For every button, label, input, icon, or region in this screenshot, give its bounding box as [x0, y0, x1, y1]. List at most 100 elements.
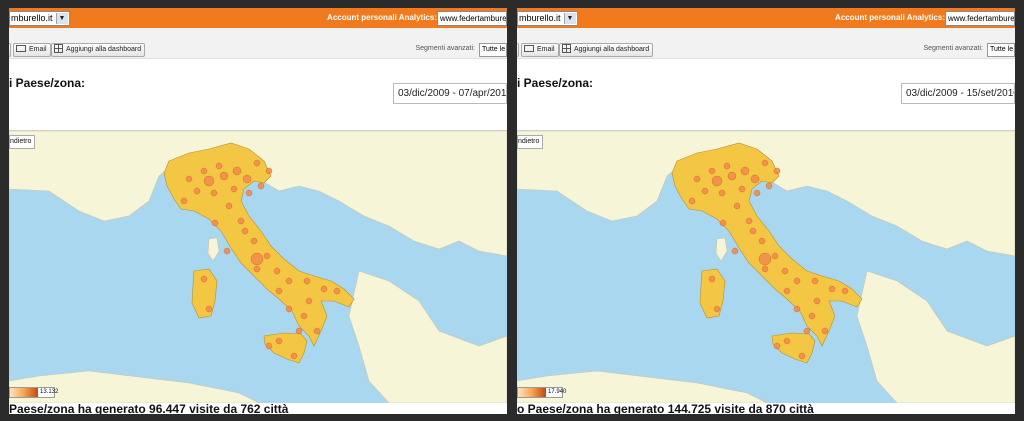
email-button[interactable]: Email: [13, 43, 51, 57]
city-marker[interactable]: [303, 277, 311, 285]
city-marker[interactable]: [750, 174, 760, 184]
city-marker[interactable]: [223, 247, 231, 255]
account-label: Account personali Analytics:: [835, 13, 945, 22]
city-marker[interactable]: [740, 166, 750, 176]
city-marker[interactable]: [203, 175, 215, 187]
city-marker[interactable]: [285, 277, 293, 285]
city-marker[interactable]: [200, 275, 208, 283]
add-to-dashboard-button[interactable]: Aggiungi alla dashboard: [559, 43, 654, 57]
city-marker[interactable]: [210, 189, 218, 197]
city-marker[interactable]: [237, 217, 245, 225]
city-marker[interactable]: [253, 265, 261, 273]
city-marker[interactable]: [205, 305, 213, 313]
city-marker[interactable]: [781, 267, 789, 275]
email-button[interactable]: Email: [521, 43, 559, 57]
city-marker[interactable]: [758, 237, 766, 245]
city-marker[interactable]: [265, 167, 273, 175]
city-marker[interactable]: [783, 287, 791, 295]
city-marker[interactable]: [719, 219, 727, 227]
city-marker[interactable]: [273, 267, 281, 275]
city-marker[interactable]: [765, 182, 773, 190]
city-marker[interactable]: [738, 185, 746, 193]
city-marker[interactable]: [749, 227, 757, 235]
city-marker[interactable]: [300, 312, 308, 320]
city-marker[interactable]: [711, 175, 723, 187]
add-to-dashboard-button[interactable]: Aggiungi alla dashboard: [51, 43, 146, 57]
city-marker[interactable]: [242, 174, 252, 184]
city-marker[interactable]: [803, 327, 811, 335]
city-marker[interactable]: [185, 175, 193, 183]
city-marker[interactable]: [295, 327, 303, 335]
city-marker[interactable]: [813, 297, 821, 305]
city-marker[interactable]: [733, 202, 741, 210]
city-marker[interactable]: [708, 167, 716, 175]
city-marker[interactable]: [783, 337, 791, 345]
city-marker[interactable]: [731, 247, 739, 255]
city-marker[interactable]: [333, 287, 341, 295]
date-range-picker[interactable]: 03/dic/2009 - 07/apr/2010: [393, 83, 507, 104]
segments-select[interactable]: Tutte le visite: [479, 43, 507, 57]
city-marker[interactable]: [313, 327, 321, 335]
city-marker[interactable]: [773, 342, 781, 350]
city-marker[interactable]: [245, 189, 253, 197]
site-select[interactable]: mburello.it ▼: [517, 11, 578, 26]
city-marker[interactable]: [250, 237, 258, 245]
map-overlay[interactable]: ndietro 17.940: [517, 130, 1015, 403]
city-marker[interactable]: [761, 265, 769, 273]
export-button[interactable]: [517, 43, 519, 57]
city-marker[interactable]: [693, 175, 701, 183]
city-marker[interactable]: [828, 285, 836, 293]
city-marker[interactable]: [808, 312, 816, 320]
city-marker[interactable]: [211, 219, 219, 227]
map-overlay[interactable]: ndietro 13.132: [9, 130, 507, 403]
city-marker[interactable]: [773, 167, 781, 175]
city-marker[interactable]: [761, 159, 769, 167]
city-marker[interactable]: [798, 352, 806, 360]
city-marker[interactable]: [290, 352, 298, 360]
city-marker[interactable]: [193, 187, 201, 195]
back-button[interactable]: ndietro: [517, 135, 544, 149]
city-marker[interactable]: [758, 252, 772, 266]
city-marker[interactable]: [708, 275, 716, 283]
city-marker[interactable]: [793, 277, 801, 285]
city-marker[interactable]: [841, 287, 849, 295]
export-button[interactable]: [9, 43, 11, 57]
city-marker[interactable]: [771, 252, 779, 260]
account-select[interactable]: www.federtamburello.it: [437, 11, 507, 26]
city-marker[interactable]: [275, 337, 283, 345]
city-marker[interactable]: [241, 227, 249, 235]
city-marker[interactable]: [811, 277, 819, 285]
account-select[interactable]: www.federtamburello.it: [945, 11, 1015, 26]
city-marker[interactable]: [285, 305, 293, 313]
city-marker[interactable]: [250, 252, 264, 266]
city-marker[interactable]: [275, 287, 283, 295]
city-marker[interactable]: [718, 189, 726, 197]
city-marker[interactable]: [232, 166, 242, 176]
city-marker[interactable]: [225, 202, 233, 210]
city-marker[interactable]: [215, 162, 223, 170]
email-label: Email: [537, 46, 555, 53]
city-marker[interactable]: [713, 305, 721, 313]
city-marker[interactable]: [821, 327, 829, 335]
city-marker[interactable]: [263, 252, 271, 260]
city-marker[interactable]: [219, 171, 229, 181]
city-marker[interactable]: [688, 197, 696, 205]
city-marker[interactable]: [180, 197, 188, 205]
segments-select[interactable]: Tutte le visite: [987, 43, 1015, 57]
back-button[interactable]: ndietro: [9, 135, 36, 149]
city-marker[interactable]: [320, 285, 328, 293]
city-marker[interactable]: [701, 187, 709, 195]
city-marker[interactable]: [230, 185, 238, 193]
date-range-picker[interactable]: 03/dic/2009 - 15/set/2010: [901, 83, 1015, 104]
city-marker[interactable]: [257, 182, 265, 190]
city-marker[interactable]: [745, 217, 753, 225]
city-marker[interactable]: [793, 305, 801, 313]
city-marker[interactable]: [723, 162, 731, 170]
city-marker[interactable]: [727, 171, 737, 181]
city-marker[interactable]: [305, 297, 313, 305]
city-marker[interactable]: [253, 159, 261, 167]
site-select[interactable]: mburello.it ▼: [9, 11, 70, 26]
city-marker[interactable]: [200, 167, 208, 175]
city-marker[interactable]: [753, 189, 761, 197]
city-marker[interactable]: [265, 342, 273, 350]
